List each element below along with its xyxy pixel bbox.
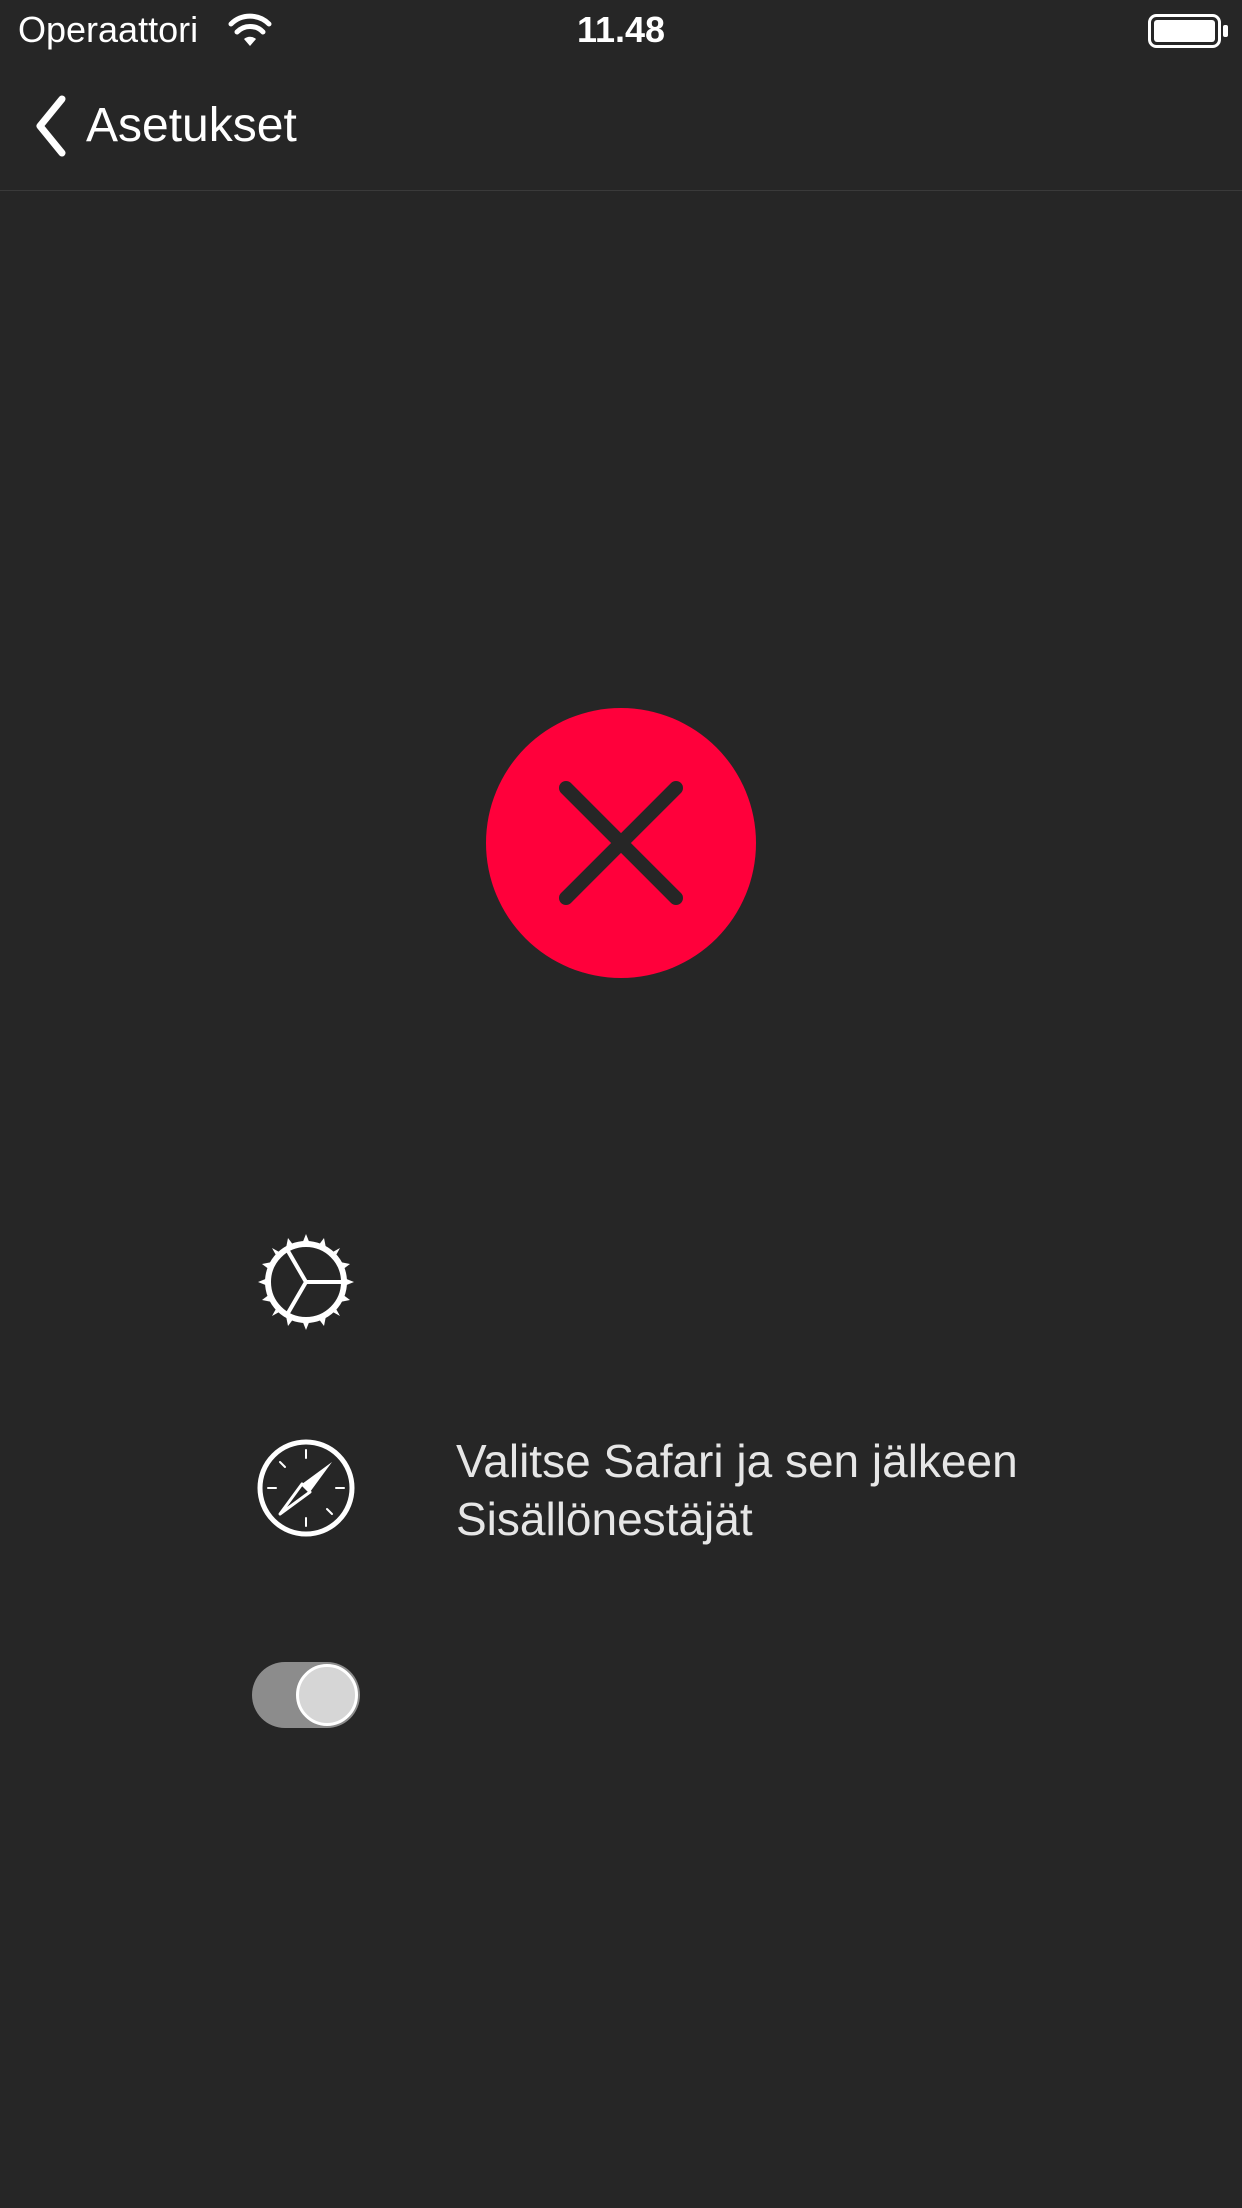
instruction-text: Valitse Safari ja sen jälkeen Sisällönes… (456, 1435, 1018, 1545)
status-time: 11.48 (576, 9, 666, 50)
toggle-knob (296, 1664, 358, 1726)
battery-full-icon (1148, 14, 1228, 48)
screen: Operaattori 11.48 Asetukset Valitse Safa… (0, 0, 1242, 2208)
chevron-left-icon (36, 95, 66, 157)
gear-icon (258, 1234, 354, 1330)
status-indicator (486, 708, 756, 978)
close-icon (559, 781, 683, 905)
toggle-icon (252, 1662, 360, 1728)
compass-icon (257, 1439, 355, 1537)
back-button[interactable]: Asetukset (30, 90, 297, 162)
status-bar: Operaattori 11.48 (0, 0, 1242, 60)
navigation-bar: Asetukset (0, 60, 1242, 191)
back-button-label: Asetukset (86, 99, 297, 152)
